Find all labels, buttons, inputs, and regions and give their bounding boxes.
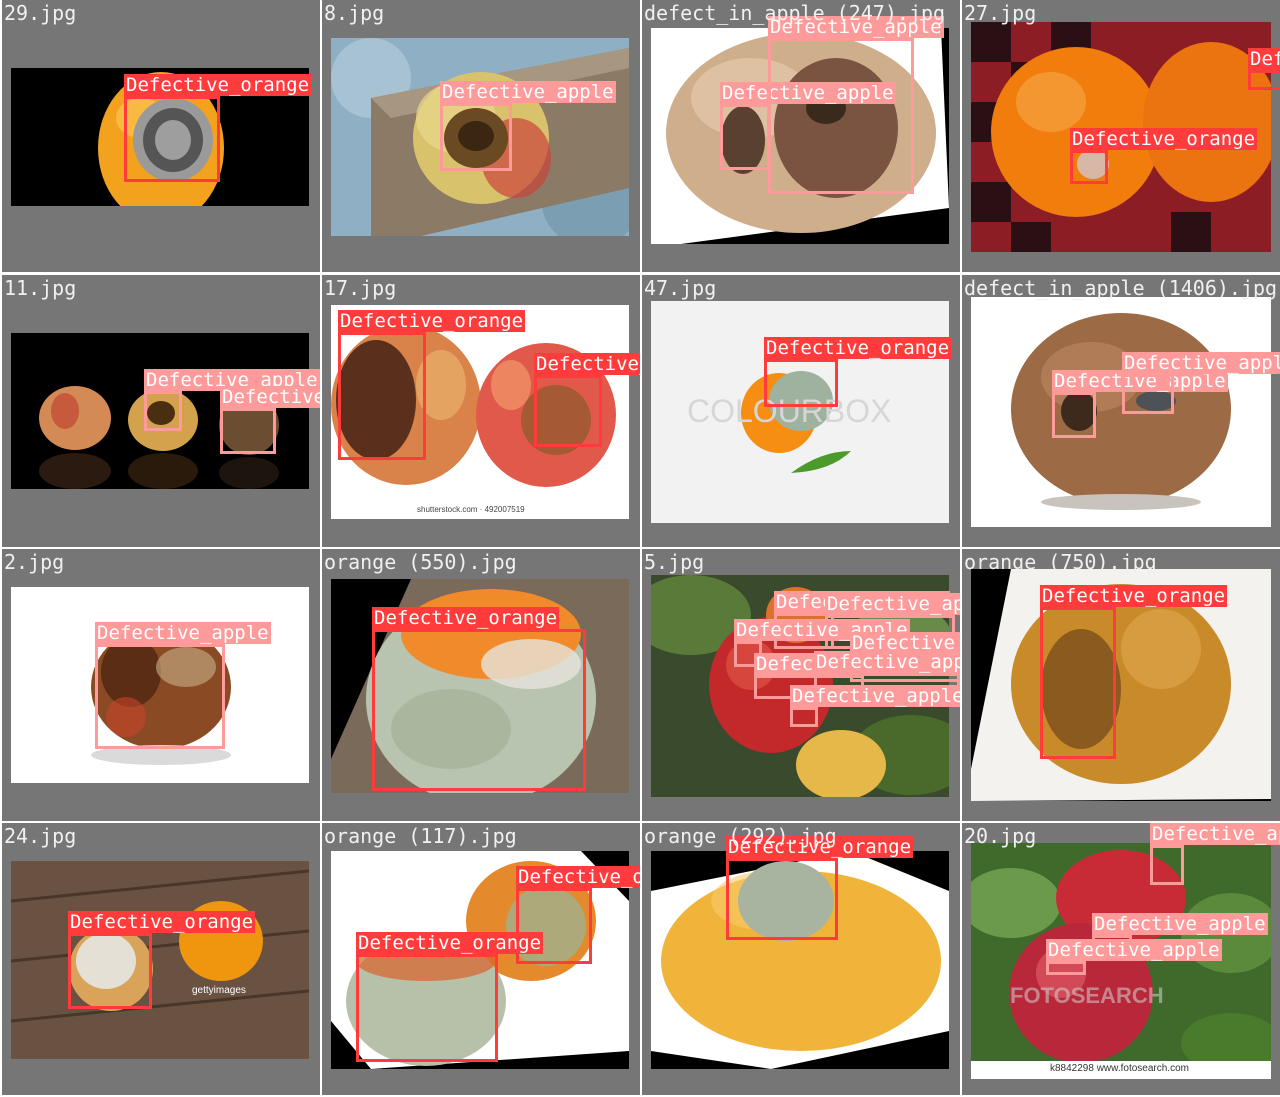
detection-defective-orange: Defective_orange xyxy=(726,836,914,940)
tile-title: 20.jpg xyxy=(964,824,1037,848)
detection-label: Defective_apple xyxy=(1092,913,1268,935)
tile-title: 17.jpg xyxy=(324,276,397,300)
tile-title: defect_in_apple (1406).jpg xyxy=(964,276,1278,300)
detection-defective-orange: Defective_orange xyxy=(68,911,256,1009)
detection-label: Defective_apple xyxy=(1150,823,1280,845)
detection-label: Defective_orange xyxy=(516,866,640,888)
detection-defective-apple: Defective_apple xyxy=(95,622,271,749)
tile-defect-in-apple-1406: defect_in_apple (1406).jpg Defective_app… xyxy=(962,275,1280,547)
tile-27: 27.jpg Defective_orange Defective_orange xyxy=(962,0,1280,272)
detection-defective-orange: Defective_orange xyxy=(1070,128,1258,184)
tile-47: 47.jpg COLOURBOX Defective_orange xyxy=(642,275,960,547)
detection-defective-orange: Defective_orange xyxy=(124,74,312,182)
detection-label: Defective_apple xyxy=(1122,352,1280,374)
tile-title: orange (117).jpg xyxy=(324,824,517,848)
tile-17: 17.jpg Defective_orange Defective_orange… xyxy=(322,275,640,547)
tile-orange-750: orange (750).jpg Defective_orange xyxy=(962,549,1280,821)
tile-29: 29.jpg Defective_orange xyxy=(2,0,320,272)
tile-title: orange (292).jpg xyxy=(644,824,837,848)
fruit-photo xyxy=(971,843,1271,1079)
detection-label: Defective_orange xyxy=(356,932,544,954)
tile-title: 8.jpg xyxy=(324,1,385,25)
detection-label: Defective_orange xyxy=(372,607,560,629)
detection-label: Defective_orange xyxy=(1248,48,1280,70)
tile-title: 27.jpg xyxy=(964,1,1037,25)
detection-defective-apple: Defective_apple xyxy=(1046,939,1222,975)
tile-20: 20.jpg FOTOSEARCH k8842298 www.fotosearc… xyxy=(962,823,1280,1095)
detection-defective-orange: Defective_orange xyxy=(1040,585,1228,759)
tile-5: 5.jpg Defective_apple Defective_apple De… xyxy=(642,549,960,821)
tile-24: 24.jpg gettyimages Defective_orange xyxy=(2,823,320,1095)
fruit-photo xyxy=(971,297,1271,527)
tile-orange-117: orange (117).jpg Defective_orange Defect… xyxy=(322,823,640,1095)
detection-label: Defective_apple xyxy=(440,81,616,103)
tile-title: defect_in_apple (247).jpg xyxy=(644,1,946,25)
tile-2: 2.jpg Defective_apple xyxy=(2,549,320,821)
detection-label: Defective_apple xyxy=(95,622,271,644)
watermark-caption: shutterstock.com · 492007519 xyxy=(417,505,525,514)
fruit-photo xyxy=(11,861,309,1059)
detection-defective-apple: Defective_apple xyxy=(220,386,320,454)
detection-defective-apple: Defective_apple xyxy=(1122,352,1280,414)
detection-defective-apple: Defective_apple xyxy=(768,16,944,194)
detection-defective-apple: Defective_apple xyxy=(720,82,896,170)
tile-title: 5.jpg xyxy=(644,550,705,574)
detection-defective-orange: Defective_orange xyxy=(1248,48,1280,90)
detection-label: Defective_apple xyxy=(220,386,320,408)
detection-defective-apple: Defective_apple xyxy=(790,685,960,727)
detection-label: Defective_apple xyxy=(1046,939,1222,961)
detection-label: Defective_apple xyxy=(825,593,960,615)
tile-title: 11.jpg xyxy=(4,276,77,300)
watermark-caption: k8842298 www.fotosearch.com xyxy=(1050,1063,1189,1074)
detection-defective-orange: Defective_orange xyxy=(372,607,586,791)
detection-label: Defective_orange xyxy=(764,337,952,359)
tile-title: orange (750).jpg xyxy=(964,550,1157,574)
detection-defective-apple: Defective_apple xyxy=(1150,823,1280,885)
detection-label: Defective_orange xyxy=(1040,585,1228,607)
detection-defective-apple: Defective_apple xyxy=(144,369,320,431)
detection-label: Defective_orange xyxy=(338,310,526,332)
detection-defective-orange: Defective_orange xyxy=(338,310,526,460)
tile-title: 24.jpg xyxy=(4,824,77,848)
tile-orange-550: orange (550).jpg Defective_orange xyxy=(322,549,640,821)
tile-defect-in-apple-247: defect_in_apple (247).jpg Defective_appl… xyxy=(642,0,960,272)
watermark-text: FOTOSEARCH xyxy=(1010,983,1164,1008)
detection-defective-orange: Defective_orange xyxy=(356,932,544,1062)
tile-orange-292: orange (292).jpg Defective_orange xyxy=(642,823,960,1095)
detection-label: Defective_orange xyxy=(1070,128,1258,150)
detection-label: Defective_orange xyxy=(534,353,640,375)
tile-11: 11.jpg Defective_apple Defective_apple xyxy=(2,275,320,547)
detection-defective-apple: Defective_apple xyxy=(440,81,616,171)
detection-label: Defective_apple xyxy=(814,651,960,673)
tile-title: 29.jpg xyxy=(4,1,77,25)
watermark-logo: gettyimages xyxy=(192,985,246,996)
detection-label: Defective_orange xyxy=(68,911,256,933)
tile-title: 47.jpg xyxy=(644,276,717,300)
detection-defective-apple: Defective_apple xyxy=(1052,370,1228,438)
tile-title: 2.jpg xyxy=(4,550,65,574)
detection-defective-orange: Defective_orange xyxy=(764,337,952,407)
detection-label: Defective_orange xyxy=(124,74,312,96)
tile-title: orange (550).jpg xyxy=(324,550,517,574)
tile-8: 8.jpg Defective_apple xyxy=(322,0,640,272)
detection-label: Defective_apple xyxy=(790,685,960,707)
detection-defective-orange: Defective_orange xyxy=(534,353,640,447)
